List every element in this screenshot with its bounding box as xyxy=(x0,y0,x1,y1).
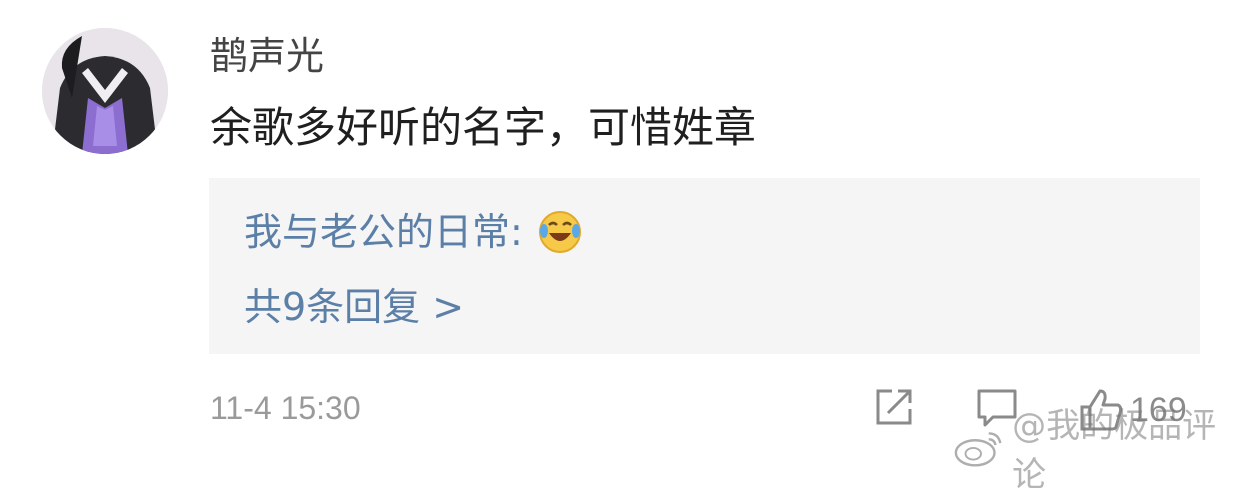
comment-timestamp: 11-4 15:30 xyxy=(210,390,361,426)
reply-preview-box[interactable]: 我与老公的日常: 共9条回复 > xyxy=(209,178,1200,354)
reply-author-line[interactable]: 我与老公的日常: xyxy=(244,208,583,256)
comment-text: 余歌多好听的名字，可惜姓章 xyxy=(210,103,757,152)
laughing-crying-emoji-icon xyxy=(537,209,583,255)
avatar-image xyxy=(42,28,168,154)
avatar[interactable] xyxy=(42,28,168,154)
watermark-text: @我的极品评论 xyxy=(1012,406,1217,495)
watermark: @我的极品评论 xyxy=(952,398,1242,496)
view-replies-link[interactable]: 共9条回复 > xyxy=(244,283,464,331)
weibo-logo-icon xyxy=(954,432,1002,467)
reply-author-label: 我与老公的日常: xyxy=(244,210,523,254)
share-icon xyxy=(876,389,912,425)
share-button[interactable] xyxy=(872,385,916,429)
comment-username[interactable]: 鹊声光 xyxy=(210,32,324,80)
